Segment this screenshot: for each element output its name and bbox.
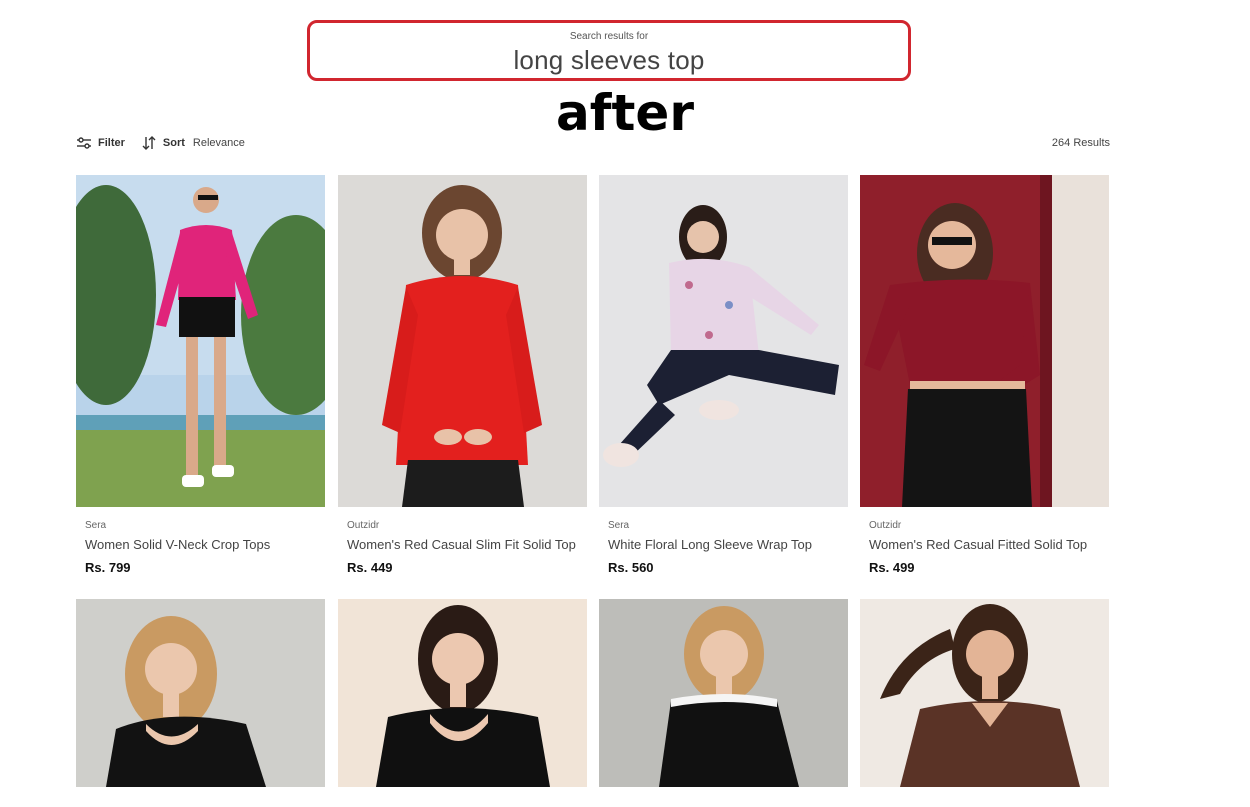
product-card[interactable] — [860, 599, 1109, 787]
product-price: Rs. 499 — [869, 560, 915, 575]
sort-value[interactable]: Relevance — [193, 137, 245, 149]
results-count: 264 Results — [1051, 137, 1110, 149]
product-card[interactable] — [599, 599, 848, 787]
product-title[interactable]: White Floral Long Sleeve Wrap Top — [608, 537, 848, 552]
search-caption: Search results for — [569, 31, 649, 42]
product-card[interactable]: Sera Women Solid V-Neck Crop Tops Rs. 79… — [76, 175, 325, 575]
product-image[interactable] — [599, 599, 848, 787]
product-title[interactable]: Women's Red Casual Slim Fit Solid Top — [347, 537, 587, 552]
search-results-box[interactable]: Search results for long sleeves top — [307, 20, 911, 81]
product-card[interactable] — [76, 599, 325, 787]
product-brand: Sera — [608, 520, 630, 531]
product-image[interactable] — [860, 175, 1109, 507]
product-title[interactable]: Women Solid V-Neck Crop Tops — [85, 537, 325, 552]
product-image[interactable] — [599, 175, 848, 507]
sort-label: Sort — [162, 137, 185, 149]
sort-arrows-icon — [141, 136, 157, 150]
product-card[interactable]: Outzidr Women's Red Casual Slim Fit Soli… — [338, 175, 587, 575]
product-image[interactable] — [338, 175, 587, 507]
product-price: Rs. 799 — [85, 560, 131, 575]
product-image[interactable] — [860, 599, 1109, 787]
filter-label: Filter — [98, 137, 125, 149]
product-brand: Sera — [85, 520, 107, 531]
product-price: Rs. 560 — [608, 560, 654, 575]
toolbar: Filter Sort Relevance — [76, 134, 261, 152]
search-query[interactable]: long sleeves top — [310, 45, 908, 76]
product-image[interactable] — [76, 599, 325, 787]
sort-button[interactable]: Sort Relevance — [141, 136, 245, 150]
product-card[interactable]: Outzidr Women's Red Casual Fitted Solid … — [860, 175, 1109, 575]
filter-button[interactable]: Filter — [76, 136, 125, 150]
product-image[interactable] — [76, 175, 325, 507]
product-price: Rs. 449 — [347, 560, 393, 575]
product-title[interactable]: Women's Red Casual Fitted Solid Top — [869, 537, 1109, 552]
product-card[interactable]: Sera White Floral Long Sleeve Wrap Top R… — [599, 175, 848, 575]
product-card[interactable] — [338, 599, 587, 787]
product-brand: Outzidr — [347, 520, 380, 531]
filter-sliders-icon — [76, 136, 92, 150]
product-brand: Outzidr — [869, 520, 902, 531]
product-image[interactable] — [338, 599, 587, 787]
